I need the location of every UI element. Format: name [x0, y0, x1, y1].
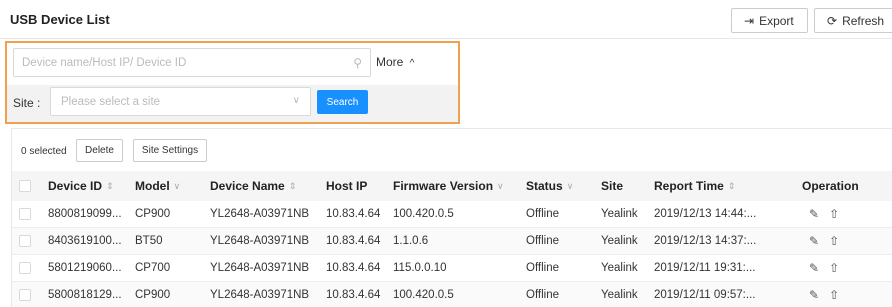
- export-button[interactable]: ⇥ Export: [731, 8, 808, 33]
- report-time-cell: 2019/12/11 09:57:...: [654, 289, 756, 301]
- sort-icon: ⇕: [106, 180, 114, 191]
- site-cell: Yealink: [601, 289, 638, 301]
- host-ip-cell: 10.83.4.64: [326, 208, 381, 220]
- sort-icon: ⇕: [288, 180, 297, 191]
- table-row: 5800818129... CP900 YL2648-A03971NB 10.8…: [12, 282, 892, 307]
- refresh-icon: ⟳: [827, 13, 838, 28]
- selected-count: 0 selected: [21, 146, 67, 157]
- column-host-ip: Host IP: [326, 179, 368, 193]
- edit-icon[interactable]: ✎: [809, 234, 819, 248]
- search-button[interactable]: Search: [317, 90, 368, 114]
- operation-cell: ✎ ⇧: [809, 282, 849, 307]
- edit-icon[interactable]: ✎: [809, 207, 819, 221]
- model-cell: BT50: [135, 235, 163, 247]
- model-cell: CP900: [135, 208, 171, 220]
- filter-panel: Device name/Host IP/ Device ID ⚲ More ^ …: [5, 41, 460, 124]
- report-time-cell: 2019/12/13 14:44:...: [654, 208, 757, 220]
- host-ip-cell: 10.83.4.64: [326, 289, 381, 301]
- column-report-time[interactable]: Report Time ⇕: [654, 171, 735, 201]
- site-select[interactable]: Please select a site ∨: [50, 87, 311, 116]
- refresh-label: Refresh: [842, 13, 885, 28]
- export-icon: ⇥: [744, 13, 755, 28]
- model-cell: CP700: [135, 262, 171, 274]
- host-ip-cell: 10.83.4.64: [326, 235, 381, 247]
- delete-button[interactable]: Delete: [76, 139, 123, 162]
- select-all-checkbox[interactable]: [19, 180, 31, 192]
- site-label: Site :: [13, 96, 41, 110]
- table-row: 8403619100... BT50 YL2648-A03971NB 10.83…: [12, 228, 892, 255]
- device-name-cell: YL2648-A03971NB: [210, 235, 310, 247]
- model-cell: CP900: [135, 289, 171, 301]
- device-name-cell: YL2648-A03971NB: [210, 262, 310, 274]
- firmware-cell: 115.0.0.10: [393, 262, 447, 274]
- column-device-name[interactable]: Device Name ⇕: [210, 171, 296, 201]
- site-cell: Yealink: [601, 208, 638, 220]
- column-model[interactable]: Model ∨: [135, 171, 180, 201]
- table-header: Device ID ⇕ Model ∨ Device Name ⇕ Host IP F…: [12, 171, 892, 201]
- header-divider: [0, 38, 892, 39]
- device-id-cell: 8800819099...: [48, 208, 122, 220]
- column-operation: Operation: [802, 179, 859, 193]
- operation-cell: ✎ ⇧: [809, 255, 849, 281]
- upload-icon[interactable]: ⇧: [829, 261, 839, 275]
- device-id-cell: 5800818129...: [48, 289, 122, 301]
- status-cell: Offline: [526, 235, 560, 247]
- device-id-cell: 5801219060...: [48, 262, 122, 274]
- report-time-cell: 2019/12/13 14:37:...: [654, 235, 757, 247]
- device-name-cell: YL2648-A03971NB: [210, 289, 310, 301]
- search-input[interactable]: Device name/Host IP/ Device ID ⚲: [13, 48, 371, 77]
- status-cell: Offline: [526, 208, 560, 220]
- filter-icon: ∨: [497, 180, 504, 191]
- site-placeholder: Please select a site: [61, 96, 161, 108]
- edit-icon[interactable]: ✎: [809, 288, 819, 302]
- row-checkbox[interactable]: [19, 208, 31, 220]
- chevron-up-icon: ^: [409, 58, 415, 69]
- column-site: Site: [601, 179, 624, 193]
- status-cell: Offline: [526, 289, 560, 301]
- site-cell: Yealink: [601, 235, 638, 247]
- more-label: More: [376, 55, 404, 69]
- host-ip-cell: 10.83.4.64: [326, 262, 381, 274]
- upload-icon[interactable]: ⇧: [829, 288, 839, 302]
- search-icon[interactable]: ⚲: [353, 56, 362, 70]
- chevron-down-icon: ∨: [292, 95, 300, 106]
- report-time-cell: 2019/12/11 19:31:...: [654, 262, 756, 274]
- export-label: Export: [759, 13, 794, 28]
- table-row: 5801219060... CP700 YL2648-A03971NB 10.8…: [12, 255, 892, 282]
- column-device-id[interactable]: Device ID ⇕: [48, 171, 114, 201]
- firmware-cell: 100.420.0.5: [393, 289, 454, 301]
- site-filter-row: Site : Please select a site ∨ Search: [7, 85, 458, 122]
- site-cell: Yealink: [601, 262, 638, 274]
- refresh-button[interactable]: ⟳ Refresh: [814, 8, 892, 33]
- row-checkbox[interactable]: [19, 262, 31, 274]
- table-toolbar: 0 selected Delete Site Settings: [12, 129, 892, 171]
- page-title: USB Device List: [10, 12, 110, 27]
- filter-icon: ∨: [173, 180, 181, 191]
- table-row: 8800819099... CP900 YL2648-A03971NB 10.8…: [12, 201, 892, 228]
- firmware-cell: 1.1.0.6: [393, 235, 429, 247]
- device-table-panel: 0 selected Delete Site Settings Device I…: [11, 128, 892, 307]
- operation-cell: ✎ ⇧: [809, 228, 849, 254]
- column-firmware-version[interactable]: Firmware Version ∨: [393, 171, 504, 201]
- firmware-cell: 100.420.0.5: [393, 208, 454, 220]
- upload-icon[interactable]: ⇧: [829, 207, 839, 221]
- device-name-cell: YL2648-A03971NB: [210, 208, 310, 220]
- operation-cell: ✎ ⇧: [809, 201, 849, 227]
- site-settings-button[interactable]: Site Settings: [133, 139, 207, 162]
- upload-icon[interactable]: ⇧: [829, 234, 839, 248]
- search-placeholder: Device name/Host IP/ Device ID: [22, 57, 187, 69]
- filter-icon: ∨: [566, 180, 574, 191]
- edit-icon[interactable]: ✎: [809, 261, 819, 275]
- column-status[interactable]: Status ∨: [526, 171, 573, 201]
- more-toggle[interactable]: More ^: [376, 55, 414, 69]
- row-checkbox[interactable]: [19, 289, 31, 301]
- status-cell: Offline: [526, 262, 560, 274]
- device-id-cell: 8403619100...: [48, 235, 122, 247]
- row-checkbox[interactable]: [19, 235, 31, 247]
- sort-icon: ⇕: [727, 180, 736, 191]
